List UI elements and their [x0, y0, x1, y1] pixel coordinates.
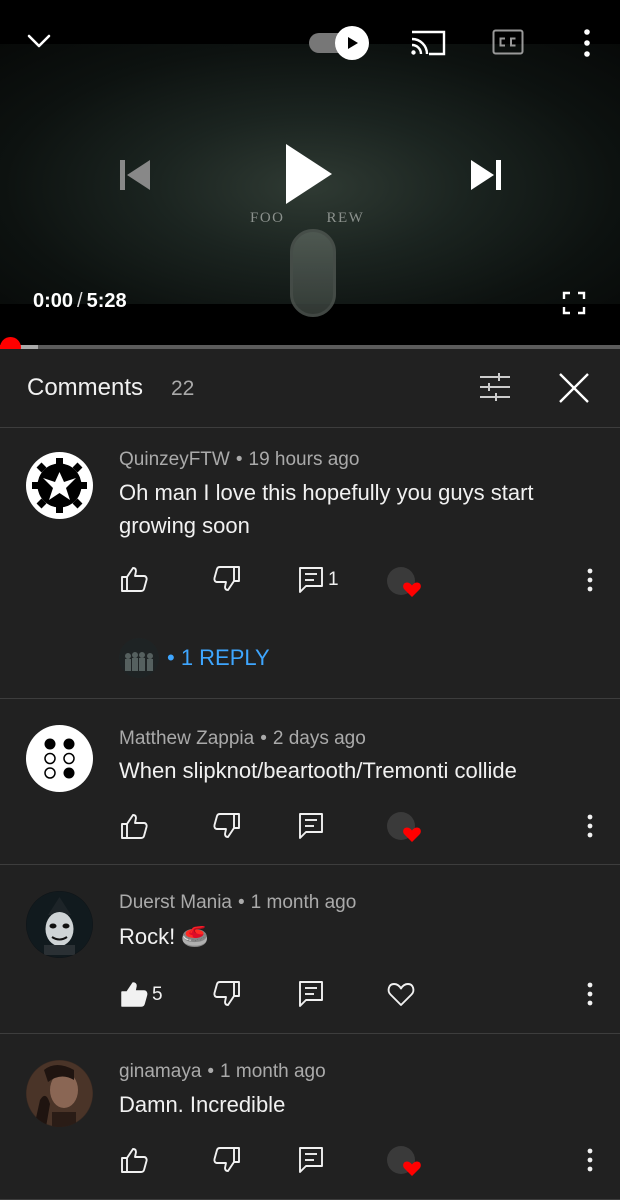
- thumb-down-icon[interactable]: [212, 1145, 242, 1175]
- skip-next-icon[interactable]: [466, 155, 506, 195]
- comment-item: Duerst Mania • 1 month ago Rock! 🥌 5: [0, 866, 620, 1034]
- heart-icon: [403, 582, 421, 597]
- avatar[interactable]: [26, 891, 93, 958]
- play-icon[interactable]: [280, 140, 336, 208]
- time-display: 0:00/5:28: [33, 290, 127, 313]
- skip-previous-icon[interactable]: [115, 155, 155, 195]
- meta-dot: •: [238, 892, 245, 913]
- comment-author[interactable]: ginamaya: [119, 1061, 201, 1082]
- chevron-down-icon[interactable]: [24, 26, 54, 56]
- comments-title: Comments: [27, 374, 144, 401]
- time-total: 5:28: [86, 290, 127, 312]
- video-title-left: FOO: [250, 210, 285, 226]
- reply-icon[interactable]: [297, 1145, 327, 1175]
- meta-dot: •: [235, 449, 243, 470]
- closed-captions-icon[interactable]: [492, 29, 524, 55]
- thumb-up-icon[interactable]: [119, 1145, 149, 1175]
- thumb-down-icon[interactable]: [212, 979, 242, 1009]
- more-vertical-icon[interactable]: [582, 811, 598, 841]
- thumb-up-icon[interactable]: [119, 564, 149, 594]
- heart-icon: [403, 1161, 421, 1176]
- time-separator: /: [77, 290, 83, 312]
- comment-item: Matthew Zappia • 2 days ago When slipknot/…: [0, 700, 620, 865]
- video-title-overlay: FOO REW: [250, 210, 364, 227]
- thumb-up-filled-icon[interactable]: [119, 979, 149, 1009]
- comment-age: 19 hours ago: [248, 449, 360, 470]
- comment-meta: Matthew Zappia • 2 days ago: [119, 728, 366, 750]
- thumb-down-icon[interactable]: [212, 811, 242, 841]
- comment-text: Rock! 🥌: [119, 924, 209, 949]
- autoplay-toggle[interactable]: [309, 26, 371, 60]
- like-count: 5: [152, 984, 163, 1005]
- band-photo-icon: [119, 638, 159, 678]
- time-current: 0:00: [33, 290, 74, 312]
- creator-heart-badge: [387, 812, 423, 846]
- reply-count: 1: [328, 569, 339, 590]
- avatar[interactable]: [26, 452, 93, 519]
- reply-icon[interactable]: [297, 979, 327, 1009]
- comment-meta: Duerst Mania • 1 month ago: [119, 892, 356, 914]
- sort-filter-icon[interactable]: [477, 371, 513, 403]
- comment-item: QuinzeyFTW • 19 hours ago Oh man I love th…: [0, 429, 620, 699]
- more-vertical-icon[interactable]: [578, 26, 596, 60]
- comments-count: 22: [171, 377, 195, 400]
- comment-text: Damn. Incredible: [119, 1092, 286, 1117]
- comment-age: 2 days ago: [272, 728, 366, 749]
- gear-bird-avatar-icon: [26, 452, 93, 519]
- reply-avatar: [119, 638, 159, 678]
- comment-item: ginamaya • 1 month ago Damn. Incredible: [0, 1035, 620, 1200]
- avatar[interactable]: [26, 1060, 93, 1127]
- fullscreen-icon[interactable]: [562, 291, 586, 315]
- reply-icon[interactable]: [297, 565, 327, 595]
- view-replies-link[interactable]: • 1 REPLY: [167, 645, 270, 671]
- comment-text: Oh man I love this hopefully you guys st…: [119, 480, 534, 538]
- meta-dot: •: [260, 728, 267, 749]
- meta-dot: •: [207, 1061, 215, 1082]
- creator-heart-badge: [387, 1146, 423, 1180]
- thumb-down-icon[interactable]: [212, 564, 242, 594]
- video-scene-window: [290, 229, 336, 317]
- more-vertical-icon[interactable]: [582, 1145, 598, 1175]
- comment-age: 1 month ago: [250, 892, 357, 913]
- comment-age: 1 month ago: [220, 1061, 326, 1082]
- comment-author[interactable]: Duerst Mania: [119, 892, 232, 913]
- video-title-right: REW: [326, 210, 365, 226]
- more-vertical-icon[interactable]: [582, 565, 598, 595]
- comment-meta: ginamaya • 1 month ago: [119, 1061, 326, 1083]
- thumb-up-icon[interactable]: [119, 811, 149, 841]
- comment-text: When slipknot/beartooth/Tremonti collide: [119, 758, 517, 783]
- heart-outline-icon[interactable]: [386, 979, 416, 1009]
- comment-meta: QuinzeyFTW • 19 hours ago: [119, 449, 359, 471]
- dots-pattern-avatar-icon: [26, 725, 93, 792]
- autoplay-knob: [335, 26, 369, 60]
- comment-author[interactable]: QuinzeyFTW: [119, 449, 230, 470]
- clown-avatar-icon: [26, 891, 93, 958]
- heart-icon: [403, 827, 421, 842]
- comment-author[interactable]: Matthew Zappia: [119, 728, 254, 749]
- portrait-avatar-icon: [26, 1060, 93, 1127]
- avatar[interactable]: [26, 725, 93, 792]
- more-vertical-icon[interactable]: [582, 979, 598, 1009]
- reply-icon[interactable]: [297, 811, 327, 841]
- close-icon[interactable]: [557, 371, 591, 405]
- video-player[interactable]: FOO REW 0:00 / 5:28: [0, 0, 620, 345]
- play-icon: [348, 37, 358, 49]
- cast-icon[interactable]: [409, 28, 447, 58]
- comments-header: Comments 22: [0, 349, 620, 428]
- creator-heart-badge: [387, 567, 423, 601]
